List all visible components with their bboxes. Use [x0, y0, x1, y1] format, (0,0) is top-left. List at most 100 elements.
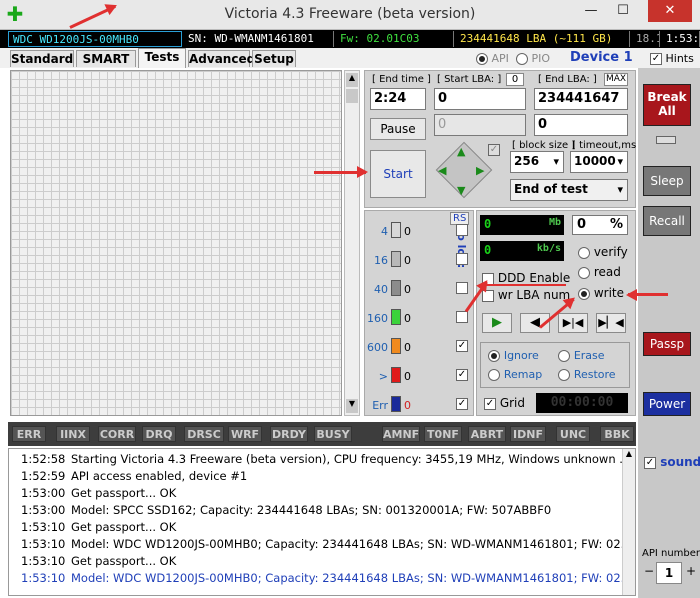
log-entry: 1:53:10 Model: WDC WD1200JS-00MHB0; Capac… — [9, 536, 635, 552]
tab-smart[interactable]: SMART — [76, 50, 136, 67]
log-entry: 1:53:10 Model: WDC WD1200JS-00MHB0; Capac… — [9, 570, 635, 586]
maximize-button[interactable]: ☐ — [608, 0, 638, 22]
activity-indicator — [656, 136, 676, 144]
pause-button[interactable]: Pause — [370, 118, 426, 140]
end-action-select[interactable]: End of test — [510, 179, 628, 201]
counter-swatch — [391, 280, 401, 296]
log-checkbox[interactable] — [456, 311, 468, 323]
remap-option[interactable]: Remap — [488, 367, 542, 381]
skip-icon[interactable]: ▶|◀ — [558, 313, 588, 333]
api-radio[interactable] — [476, 53, 488, 65]
grid-option[interactable]: ✓ Grid — [484, 396, 525, 410]
end-time-input[interactable]: 2:24 — [370, 88, 426, 110]
api-decrement-button[interactable]: − — [642, 564, 656, 582]
seek-down-icon[interactable]: ▼ — [457, 184, 465, 197]
ddd-underline — [486, 284, 566, 286]
end-lba-input[interactable]: 234441647 — [534, 88, 628, 110]
log-checkbox[interactable]: ✓ — [456, 369, 468, 381]
ddd-enable-option[interactable]: DDD Enable — [482, 271, 570, 285]
tab-setup[interactable]: Setup — [252, 50, 296, 67]
write-radio[interactable] — [578, 287, 590, 300]
tab-tests[interactable]: Tests — [138, 48, 186, 68]
log-entry: 1:53:10 Get passport... OK — [9, 519, 635, 535]
device-label: Device 1 — [570, 50, 633, 65]
drive-lba: 234441648 LBA (~111 GB) — [456, 31, 630, 47]
start-button[interactable]: Start — [370, 150, 426, 198]
read-option[interactable]: read — [578, 265, 621, 279]
log-time: 1:53:00 — [21, 486, 66, 500]
log-checkbox[interactable]: ✓ — [456, 398, 468, 410]
log-scrollbar[interactable]: ▲ — [622, 449, 635, 595]
start-lba-input[interactable]: 0 — [434, 88, 526, 110]
write-option[interactable]: write — [578, 286, 624, 300]
api-number-input[interactable]: 1 — [656, 562, 682, 584]
sound-checkbox[interactable]: ✓ — [644, 456, 656, 469]
pio-mode-option[interactable]: PIO — [516, 52, 550, 65]
log-checkbox[interactable] — [456, 253, 468, 265]
hints-option[interactable]: ✓ Hints — [650, 52, 694, 65]
counter-swatch — [391, 396, 401, 412]
recall-button[interactable]: Recall — [643, 206, 691, 236]
grid-scrollbar[interactable]: ▲ ▼ — [344, 70, 360, 416]
seek-checkbox[interactable]: ✓ — [488, 144, 500, 156]
counter-label: 160 — [367, 312, 388, 325]
log-checkbox[interactable]: ✓ — [456, 340, 468, 352]
wr-lba-option[interactable]: wr LBA num — [482, 288, 570, 302]
ata-flag-abrt: ABRT — [468, 426, 506, 442]
log-checkbox[interactable] — [456, 282, 468, 294]
log-checkbox[interactable] — [456, 224, 468, 236]
start-lba-zero-button[interactable]: 0 — [506, 73, 524, 86]
break-all-button[interactable]: Break All — [643, 84, 691, 126]
api-mode-option[interactable]: API — [476, 52, 509, 65]
tab-standard[interactable]: Standard — [10, 50, 74, 67]
erase-radio[interactable] — [558, 349, 570, 362]
tab-advanced[interactable]: Advanced — [188, 50, 255, 67]
close-button[interactable]: ✕ — [648, 0, 692, 22]
seek-left-icon[interactable]: ◀ — [438, 164, 446, 177]
log-entry: 1:52:59 API access enabled, device #1 — [9, 468, 635, 484]
timeout-select[interactable]: 10000 — [570, 151, 628, 173]
scroll-thumb[interactable] — [346, 89, 358, 103]
counter-value: 0 — [404, 399, 411, 412]
sleep-button[interactable]: Sleep — [643, 166, 691, 196]
block-size-select[interactable]: 256 — [510, 151, 564, 173]
drive-model: WDC WD1200JS-00MHB0 — [8, 31, 182, 47]
erase-option[interactable]: Erase — [558, 348, 605, 362]
ignore-radio[interactable] — [488, 349, 500, 362]
sound-option[interactable]: ✓ sound — [644, 455, 700, 469]
log-scroll-up-icon[interactable]: ▲ — [623, 449, 635, 458]
counter-swatch — [391, 367, 401, 383]
end-icon[interactable]: ▶▏◀ — [596, 313, 626, 333]
timeout-label: [ timeout,ms ] — [572, 140, 644, 151]
grid-checkbox[interactable]: ✓ — [484, 397, 496, 410]
log-entry: 1:53:10 Get passport... OK — [9, 553, 635, 569]
read-radio[interactable] — [578, 266, 590, 279]
counter-label: Err — [372, 399, 388, 412]
error-count-field[interactable]: 0 — [534, 114, 628, 136]
counter-value: 0 — [404, 370, 411, 383]
log-time: 1:53:10 — [21, 571, 66, 585]
api-increment-button[interactable]: + — [684, 564, 698, 582]
scroll-down-arrow-icon[interactable]: ▼ — [346, 399, 358, 413]
ignore-option[interactable]: Ignore — [488, 348, 539, 362]
scroll-up-arrow-icon[interactable]: ▲ — [346, 73, 358, 87]
ata-flag-wrf: WRF — [228, 426, 262, 442]
verify-option[interactable]: verify — [578, 245, 628, 259]
passp-button[interactable]: Passp — [643, 332, 691, 356]
drive-firmware: Fw: 02.01C03 — [336, 31, 454, 47]
minimize-button[interactable]: — — [576, 0, 606, 22]
seek-up-icon[interactable]: ▲ — [457, 145, 465, 158]
verify-radio[interactable] — [578, 246, 590, 259]
pio-radio[interactable] — [516, 53, 528, 65]
restore-radio[interactable] — [558, 368, 570, 381]
counter-swatch — [391, 251, 401, 267]
hints-checkbox[interactable]: ✓ — [650, 53, 662, 65]
power-button[interactable]: Power — [643, 392, 691, 416]
seek-right-icon[interactable]: ▶ — [476, 164, 484, 177]
remap-radio[interactable] — [488, 368, 500, 381]
end-lba-max-button[interactable]: MAX — [604, 73, 628, 86]
restore-option[interactable]: Restore — [558, 367, 616, 381]
ata-flag-drq: DRQ — [142, 426, 176, 442]
play-icon[interactable]: ▶ — [482, 313, 512, 333]
event-log[interactable]: 1:52:58 Starting Victoria 4.3 Freeware (b… — [8, 448, 636, 596]
